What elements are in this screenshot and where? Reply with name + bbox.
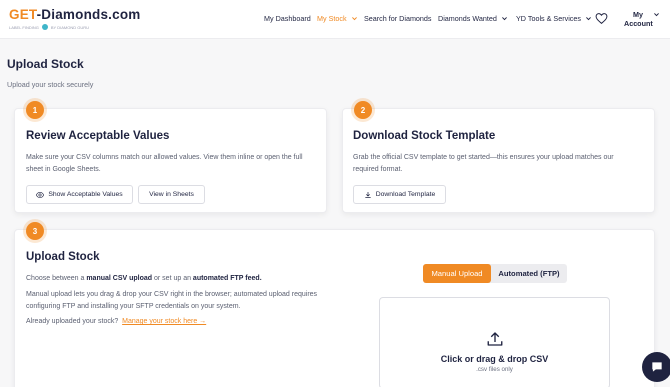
heart-icon[interactable] — [595, 12, 608, 25]
step-badge: 2 — [354, 101, 372, 119]
site-logo[interactable]: GET-Diamonds.com LABEL FINDING BY DIAMON… — [9, 7, 141, 32]
logo-tagline: LABEL FINDING BY DIAMOND GURU — [9, 24, 90, 30]
view-in-sheets-button[interactable]: View in Sheets — [138, 185, 205, 204]
download-template-card: Download Stock Template Grab the officia… — [342, 108, 655, 213]
manual-upload-tab[interactable]: Manual Upload — [423, 264, 491, 283]
nav-yd-tools[interactable]: YD Tools & Services — [516, 14, 592, 23]
csv-dropzone[interactable]: Click or drag & drop CSV .csv files only — [379, 297, 610, 387]
card-description: Make sure your CSV columns match our all… — [26, 154, 303, 173]
nav-search-diamonds[interactable]: Search for Diamonds — [364, 14, 432, 23]
card-title: Download Stock Template — [353, 130, 496, 142]
dropzone-subtitle: .csv files only — [476, 366, 513, 373]
upload-intro: Choose between a manual CSV upload or se… — [26, 275, 262, 282]
page-subtitle: Upload your stock securely — [7, 80, 94, 89]
page-title: Upload Stock — [7, 57, 84, 71]
logo-badge-icon — [41, 24, 48, 30]
account-menu[interactable]: My Account — [624, 10, 659, 28]
chevron-down-icon — [501, 17, 507, 21]
chevron-down-icon — [654, 13, 659, 17]
dropzone-title: Click or drag & drop CSV — [440, 354, 549, 364]
top-header: GET-Diamonds.com LABEL FINDING BY DIAMON… — [0, 0, 670, 39]
download-icon — [365, 191, 371, 198]
review-values-card: Review Acceptable Values Make sure your … — [14, 108, 327, 213]
nav-diamonds-wanted[interactable]: Diamonds Wanted — [438, 14, 508, 23]
download-template-button[interactable]: Download Template — [353, 185, 446, 204]
upload-mode-toggle: Manual Upload Automated (FTP) — [423, 264, 567, 283]
chevron-down-icon — [351, 17, 357, 21]
upload-icon — [487, 332, 503, 346]
nav-my-dashboard[interactable]: My Dashboard — [264, 14, 311, 23]
already-uploaded-line: Already uploaded your stock? Manage your… — [26, 318, 207, 325]
show-acceptable-values-button[interactable]: Show Acceptable Values — [26, 185, 133, 204]
nav-my-stock[interactable]: My Stock — [317, 14, 358, 23]
card-title: Review Acceptable Values — [26, 130, 170, 142]
card-description: Grab the official CSV template to get st… — [353, 154, 614, 173]
eye-icon — [36, 191, 45, 198]
logo-wordmark: GET-Diamonds.com — [9, 7, 141, 22]
step-badge: 3 — [26, 222, 44, 240]
step-badge: 1 — [26, 101, 44, 119]
upload-detail: Manual upload lets you drag & drop your … — [26, 291, 318, 310]
card-title: Upload Stock — [26, 251, 100, 263]
chat-icon[interactable] — [642, 352, 670, 382]
chat-bubble-icon — [652, 362, 662, 372]
manage-stock-link[interactable]: Manage your stock here → — [122, 318, 206, 325]
chevron-down-icon — [586, 17, 591, 21]
automated-ftp-tab[interactable]: Automated (FTP) — [491, 264, 567, 283]
